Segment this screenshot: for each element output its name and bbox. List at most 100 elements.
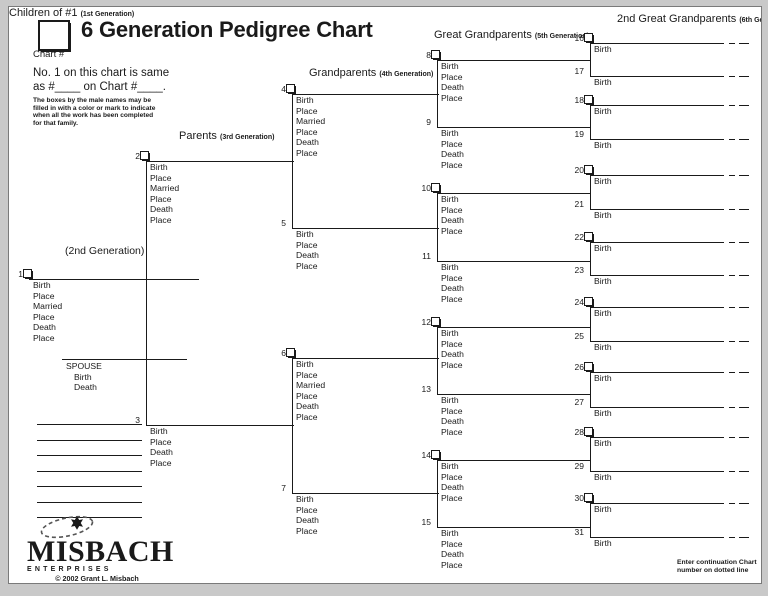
- fine-print-note: The boxes by the male names may be fille…: [33, 97, 156, 127]
- continuation-dash-23: [729, 275, 735, 276]
- connector-v-16-17: [590, 43, 591, 76]
- field-label-8-0: Birth: [441, 61, 459, 71]
- completion-box-2[interactable]: [140, 151, 149, 160]
- field-label-1-2: Married: [33, 301, 63, 312]
- field-label-22-0: Birth: [594, 243, 612, 253]
- continuation-dash2-25: [739, 341, 749, 342]
- continuation-dash2-31: [739, 537, 749, 538]
- field-label-12-0: Birth: [441, 328, 459, 338]
- completion-box-14[interactable]: [431, 450, 440, 459]
- person-number-31: 31: [574, 527, 584, 537]
- child-name-line[interactable]: [37, 455, 142, 456]
- completion-box-20[interactable]: [584, 165, 593, 174]
- column-heading-2nd-great-grandparents-name: 2nd Great Grandparents: [617, 13, 737, 25]
- fields-30: Birth: [594, 504, 612, 515]
- connector-v-24-25: [590, 307, 591, 341]
- connector-v-30-31: [590, 503, 591, 537]
- completion-box-10[interactable]: [431, 183, 440, 192]
- child-name-line[interactable]: [37, 486, 142, 487]
- field-label-1-0: Birth: [33, 280, 51, 290]
- field-label-6-1: Place: [296, 369, 318, 380]
- field-label-11-0: Birth: [441, 262, 459, 272]
- completion-box-8[interactable]: [431, 50, 440, 59]
- completion-box-18[interactable]: [584, 95, 593, 104]
- column-heading-grandparents-sub: (4th Generation): [379, 71, 434, 78]
- child-name-line[interactable]: [37, 501, 142, 503]
- connector-v-12-13: [437, 327, 438, 394]
- field-label-1-1: Place: [33, 290, 55, 301]
- completion-box-4[interactable]: [286, 84, 295, 93]
- field-label-26-0: Birth: [594, 373, 612, 383]
- continuation-dash-28: [729, 437, 735, 438]
- field-label-3-3: Place: [150, 457, 172, 468]
- continuation-dash2-21: [739, 209, 749, 210]
- completion-box-12[interactable]: [431, 317, 440, 326]
- person-number-25: 25: [574, 331, 584, 341]
- field-label-9-0: Birth: [441, 128, 459, 138]
- field-label-10-0: Birth: [441, 194, 459, 204]
- person-number-6: 6: [281, 348, 286, 358]
- field-label-7-0: Birth: [296, 494, 314, 504]
- screenshot-root: Chart # 6 Generation Pedigree Chart No. …: [0, 0, 768, 596]
- fields-26: Birth: [594, 373, 612, 384]
- completion-box-22[interactable]: [584, 232, 593, 241]
- field-label-2-4: Death: [150, 204, 173, 215]
- field-label-8-1: Place: [441, 71, 463, 82]
- field-label-9-1: Place: [441, 138, 463, 149]
- connector-v-2-3: [146, 161, 147, 425]
- person-number-8: 8: [426, 50, 431, 60]
- completion-box-1[interactable]: [23, 269, 32, 278]
- spouse-fields: SPOUSE Birth Death: [66, 361, 102, 393]
- completion-box-28[interactable]: [584, 427, 593, 436]
- field-label-13-3: Place: [441, 426, 463, 437]
- fields-25: Birth: [594, 342, 612, 353]
- fields-19: Birth: [594, 140, 612, 151]
- fields-23: Birth: [594, 276, 612, 287]
- completion-box-26[interactable]: [584, 362, 593, 371]
- field-label-4-5: Place: [296, 147, 318, 158]
- column-heading-parents: Parents (3rd Generation): [179, 130, 274, 142]
- connector-v-28-29: [590, 437, 591, 471]
- completion-box-30[interactable]: [584, 493, 593, 502]
- continuation-dash-26: [729, 372, 735, 373]
- field-label-5-0: Birth: [296, 229, 314, 239]
- field-label-15-1: Place: [441, 538, 463, 549]
- spouse-name-line[interactable]: [62, 359, 187, 360]
- field-label-15-3: Place: [441, 559, 463, 570]
- field-label-24-0: Birth: [594, 308, 612, 318]
- person-number-15: 15: [421, 517, 431, 527]
- completion-box-16[interactable]: [584, 33, 593, 42]
- field-label-23-0: Birth: [594, 276, 612, 286]
- field-label-6-0: Birth: [296, 359, 314, 369]
- person-number-24: 24: [574, 297, 584, 307]
- field-label-2-1: Place: [150, 172, 172, 183]
- field-label-17-0: Birth: [594, 77, 612, 87]
- field-label-25-0: Birth: [594, 342, 612, 352]
- completion-box-24[interactable]: [584, 297, 593, 306]
- person-number-26: 26: [574, 362, 584, 372]
- field-label-14-0: Birth: [441, 461, 459, 471]
- continuation-dash-24: [729, 307, 735, 308]
- child-name-line[interactable]: [37, 439, 142, 441]
- column-heading-gen2: (2nd Generation): [65, 245, 144, 257]
- field-label-1-3: Place: [33, 311, 55, 322]
- spouse-birth-label: Birth: [74, 371, 92, 382]
- person-number-27: 27: [574, 397, 584, 407]
- person-number-18: 18: [574, 95, 584, 105]
- fields-17: Birth: [594, 77, 612, 88]
- field-label-13-0: Birth: [441, 395, 459, 405]
- field-label-7-3: Place: [296, 525, 318, 536]
- field-label-9-3: Place: [441, 159, 463, 170]
- person-number-2: 2: [135, 151, 140, 161]
- continuation-dash-19: [729, 139, 735, 140]
- chart-number-box[interactable]: [38, 20, 70, 51]
- fields-13: Birth Place Death Place: [441, 395, 464, 437]
- fields-29: Birth: [594, 472, 612, 483]
- completion-box-6[interactable]: [286, 348, 295, 357]
- spouse-death-label: Death: [74, 382, 97, 393]
- chart-number-label: Chart #: [33, 49, 65, 60]
- child-name-line[interactable]: [37, 470, 142, 472]
- same-as-note: No. 1 on this chart is same as #____ on …: [33, 67, 170, 93]
- fields-6: Birth Place Married Place Death Place: [296, 359, 325, 423]
- field-label-18-0: Birth: [594, 106, 612, 116]
